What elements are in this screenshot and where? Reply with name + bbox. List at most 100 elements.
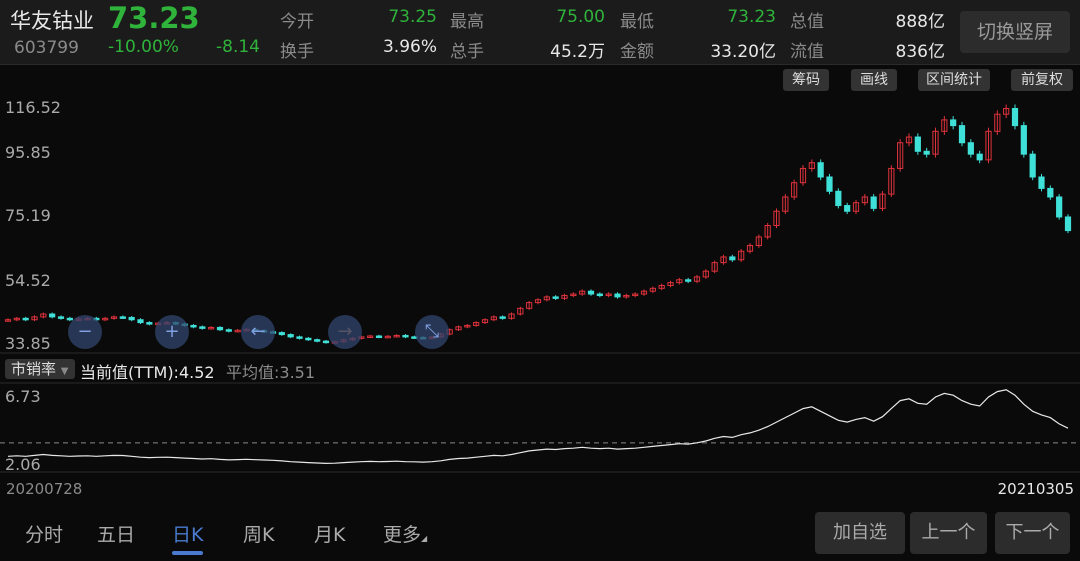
stock-price: 73.23 bbox=[108, 1, 200, 35]
candle-body bbox=[322, 340, 330, 344]
candle-body bbox=[1038, 176, 1045, 189]
candle-body bbox=[1011, 107, 1019, 127]
stat-value: 45.2万 bbox=[550, 42, 605, 62]
quote-header: 华友钴业 73.23 603799 -10.00% -8.14 今开 73.25 最… bbox=[0, 0, 1080, 65]
candle-body bbox=[1056, 196, 1063, 218]
stock-name: 华友钴业 bbox=[10, 9, 94, 33]
indicator-select[interactable]: 市销率 ▼ bbox=[5, 359, 75, 379]
stat-value: 836亿 bbox=[895, 42, 945, 62]
scroll-left-icon[interactable]: ← bbox=[241, 315, 275, 349]
price-tick-label: 116.52 bbox=[5, 98, 61, 117]
zoom-out-icon[interactable]: − bbox=[68, 315, 102, 349]
candle-body bbox=[870, 196, 877, 209]
stat-label: 今开 bbox=[280, 12, 314, 32]
stat-value: 3.96% bbox=[382, 37, 437, 57]
period-tab[interactable]: 更多◢ bbox=[383, 520, 427, 547]
candle-body bbox=[923, 150, 930, 155]
candle-body bbox=[49, 313, 56, 318]
candle-body bbox=[552, 296, 559, 299]
stat-label: 最高 bbox=[450, 12, 484, 32]
candle-body bbox=[119, 316, 126, 319]
toolbar-button[interactable]: 区间统计 bbox=[918, 69, 990, 91]
candle-body bbox=[146, 322, 153, 325]
period-tab[interactable]: 五日 bbox=[97, 520, 135, 547]
toolbar-button[interactable]: 画线 bbox=[851, 69, 897, 91]
stat-value: 73.25 bbox=[388, 7, 437, 27]
candle-body bbox=[729, 256, 736, 261]
reset-icon[interactable]: ⤡ bbox=[415, 315, 449, 349]
tab-label: 分时 bbox=[25, 524, 64, 546]
candle-body bbox=[1029, 153, 1036, 178]
stat-label: 总手 bbox=[450, 42, 484, 62]
candle-body bbox=[287, 334, 294, 338]
stat-value: 75.00 bbox=[556, 7, 605, 27]
stat-value: 888亿 bbox=[895, 12, 945, 32]
price-tick-label: 54.52 bbox=[5, 271, 51, 290]
period-tab[interactable]: 月K bbox=[314, 520, 345, 547]
action-button[interactable]: 下一个 bbox=[995, 512, 1070, 554]
period-tab[interactable]: 周K bbox=[243, 520, 274, 547]
candle-body bbox=[216, 326, 224, 331]
price-tick-label: 95.85 bbox=[5, 143, 51, 162]
candle-body bbox=[596, 293, 603, 297]
period-tab[interactable]: 分时 bbox=[25, 520, 63, 547]
candle-body bbox=[958, 125, 966, 144]
candle-body bbox=[402, 334, 409, 338]
end-date: 20210305 bbox=[997, 480, 1074, 498]
tab-label: 五日 bbox=[97, 524, 136, 546]
tab-label: 日K bbox=[172, 524, 204, 546]
action-button[interactable]: 上一个 bbox=[910, 512, 987, 554]
candle-body bbox=[22, 317, 29, 321]
candle-body bbox=[57, 316, 65, 319]
more-corner-icon: ◢ bbox=[421, 534, 428, 543]
active-tab-indicator bbox=[172, 551, 204, 555]
candle-body bbox=[305, 337, 312, 341]
stat-label: 换手 bbox=[280, 42, 314, 62]
candle-body bbox=[587, 290, 595, 295]
stock-code: 603799 bbox=[14, 38, 79, 58]
candle-body bbox=[314, 339, 321, 342]
stat-label: 流值 bbox=[790, 42, 824, 62]
candle-body bbox=[190, 324, 197, 328]
candle-body bbox=[225, 329, 232, 332]
candle-body bbox=[914, 136, 921, 152]
candle-body bbox=[1047, 187, 1054, 198]
indicator-current: 当前值(TTM):4.52 bbox=[80, 363, 215, 382]
candle-body bbox=[199, 326, 206, 329]
candle-body bbox=[826, 176, 833, 192]
candle-body bbox=[296, 336, 303, 339]
change-amount: -8.14 bbox=[216, 37, 260, 57]
start-date: 20200728 bbox=[6, 480, 83, 498]
stat-label: 最低 bbox=[620, 12, 654, 32]
stat-value: 73.23 bbox=[727, 7, 776, 27]
candle-body bbox=[128, 316, 135, 321]
change-percent: -10.00% bbox=[108, 37, 179, 57]
candle-body bbox=[1020, 125, 1027, 155]
kline-chart[interactable]: 116.52 95.85 75.19 54.52 33.85 6.73 2.06 bbox=[0, 95, 1080, 495]
indicator-name: 市销率 bbox=[11, 360, 57, 378]
period-tab[interactable]: 日K bbox=[172, 520, 204, 555]
switch-portrait-button[interactable]: 切换竖屏 bbox=[960, 11, 1070, 53]
stat-label: 金额 bbox=[620, 42, 654, 62]
ps-line bbox=[7, 389, 1069, 465]
candle-body bbox=[614, 293, 621, 298]
candle-body bbox=[967, 142, 974, 155]
price-tick-label: 33.85 bbox=[5, 334, 51, 353]
zoom-in-icon[interactable]: + bbox=[155, 315, 189, 349]
candle-body bbox=[685, 279, 692, 282]
tab-label: 周K bbox=[243, 524, 275, 546]
ps-tick-label: 6.73 bbox=[5, 387, 41, 406]
candle-body bbox=[835, 190, 842, 207]
stat-label: 总值 bbox=[790, 12, 824, 32]
tab-label: 更多 bbox=[383, 524, 422, 546]
scroll-right-icon[interactable]: → bbox=[328, 315, 362, 349]
candle-body bbox=[844, 205, 851, 212]
candle-body bbox=[817, 162, 824, 178]
toolbar-button[interactable]: 筹码 bbox=[783, 69, 829, 91]
candle-body bbox=[950, 119, 957, 127]
candle-body bbox=[375, 335, 383, 339]
action-button[interactable]: 加自选 bbox=[815, 512, 905, 554]
candle-body bbox=[1064, 216, 1072, 232]
candle-body bbox=[499, 316, 506, 319]
toolbar-button[interactable]: 前复权 bbox=[1011, 69, 1073, 91]
